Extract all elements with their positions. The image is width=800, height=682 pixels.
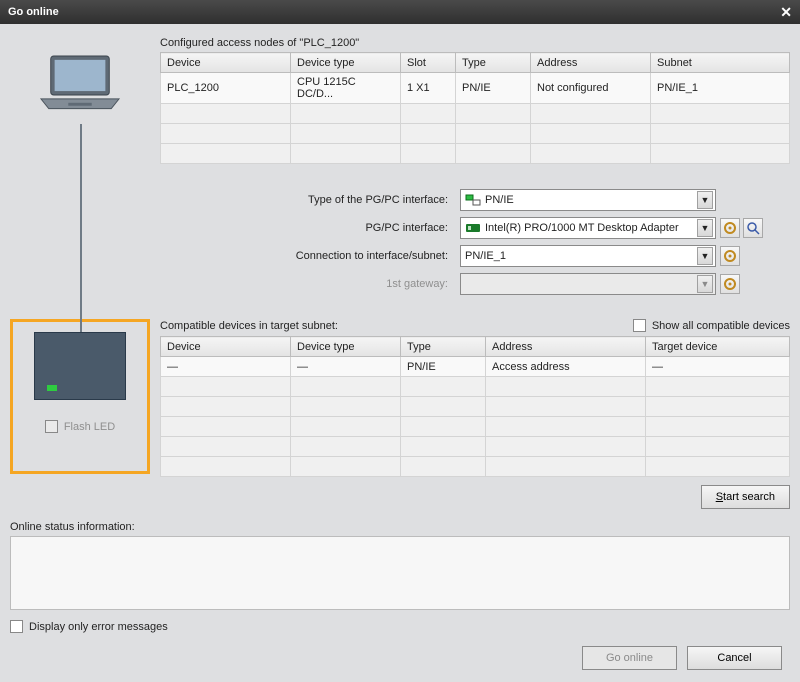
table-row	[161, 104, 790, 124]
col-address[interactable]: Address	[486, 337, 646, 357]
gateway-combo: ▼	[460, 273, 716, 295]
col-address[interactable]: Address	[531, 53, 651, 73]
selected-device-panel: Flash LED	[10, 319, 150, 474]
col-device-type[interactable]: Device type	[291, 53, 401, 73]
table-row	[161, 124, 790, 144]
chevron-down-icon[interactable]: ▼	[697, 247, 713, 265]
cell-subnet: PN/IE_1	[651, 73, 790, 104]
table-row	[161, 397, 790, 417]
table-row	[161, 417, 790, 437]
status-label: Online status information:	[10, 521, 790, 533]
chevron-down-icon[interactable]: ▼	[697, 219, 713, 237]
col-device-type[interactable]: Device type	[291, 337, 401, 357]
cell-target: —	[646, 357, 790, 377]
network-icon	[465, 192, 481, 208]
table-row	[161, 377, 790, 397]
show-all-label: Show all compatible devices	[652, 320, 790, 332]
iface-combo[interactable]: Intel(R) PRO/1000 MT Desktop Adapter ▼	[460, 217, 716, 239]
show-all-checkbox[interactable]	[633, 319, 646, 332]
display-errors-label: Display only error messages	[29, 621, 168, 633]
plc-thumbnail	[34, 332, 126, 400]
cell-slot: 1 X1	[401, 73, 456, 104]
flash-led-checkbox	[45, 420, 58, 433]
combo-text: PN/IE	[485, 194, 694, 206]
iface-type-combo[interactable]: PN/IE ▼	[460, 189, 716, 211]
col-type[interactable]: Type	[456, 53, 531, 73]
table-row[interactable]: PLC_1200 CPU 1215C DC/D... 1 X1 PN/IE No…	[161, 73, 790, 104]
configured-nodes-label: Configured access nodes of "PLC_1200"	[160, 34, 790, 52]
flash-led-label: Flash LED	[64, 421, 115, 433]
conn-config-button[interactable]	[720, 246, 740, 266]
connector-line	[80, 124, 82, 349]
iface-label: PG/PC interface:	[160, 222, 460, 234]
col-type[interactable]: Type	[401, 337, 486, 357]
cell-address: Access address	[486, 357, 646, 377]
start-search-button[interactable]: SStart searchtart search	[701, 485, 790, 509]
table-row[interactable]: — — PN/IE Access address —	[161, 357, 790, 377]
display-errors-checkbox[interactable]	[10, 620, 23, 633]
conn-combo[interactable]: PN/IE_1 ▼	[460, 245, 716, 267]
col-slot[interactable]: Slot	[401, 53, 456, 73]
cancel-button[interactable]: Cancel	[687, 646, 782, 670]
search-iface-button[interactable]	[743, 218, 763, 238]
cell-device: —	[161, 357, 291, 377]
adapter-icon	[465, 220, 481, 236]
gateway-config-button[interactable]	[720, 274, 740, 294]
col-target[interactable]: Target device	[646, 337, 790, 357]
cell-dtype: —	[291, 357, 401, 377]
configured-nodes-table[interactable]: Device Device type Slot Type Address Sub…	[160, 52, 790, 164]
cell-device: PLC_1200	[161, 73, 291, 104]
cell-dtype: CPU 1215C DC/D...	[291, 73, 401, 104]
go-online-button: Go online	[582, 646, 677, 670]
laptop-icon	[39, 54, 121, 113]
status-textbox[interactable]	[10, 536, 790, 610]
compatible-devices-label: Compatible devices in target subnet:	[160, 320, 338, 332]
cell-type: PN/IE	[401, 357, 486, 377]
cell-type: PN/IE	[456, 73, 531, 104]
settings-iface-config-button[interactable]	[720, 218, 740, 238]
close-icon[interactable]: ✕	[780, 0, 792, 24]
chevron-down-icon: ▼	[697, 275, 713, 293]
conn-label: Connection to interface/subnet:	[160, 250, 460, 262]
table-row	[161, 457, 790, 477]
gateway-label: 1st gateway:	[160, 278, 460, 290]
col-device[interactable]: Device	[161, 337, 291, 357]
chevron-down-icon[interactable]: ▼	[697, 191, 713, 209]
dialog-title: Go online	[8, 0, 59, 24]
col-subnet[interactable]: Subnet	[651, 53, 790, 73]
table-row	[161, 437, 790, 457]
iface-type-label: Type of the PG/PC interface:	[160, 194, 460, 206]
compatible-devices-table[interactable]: Device Device type Type Address Target d…	[160, 336, 790, 477]
table-row	[161, 144, 790, 164]
col-device[interactable]: Device	[161, 53, 291, 73]
combo-text: Intel(R) PRO/1000 MT Desktop Adapter	[485, 222, 694, 234]
combo-text: PN/IE_1	[465, 250, 694, 262]
cell-address: Not configured	[531, 73, 651, 104]
